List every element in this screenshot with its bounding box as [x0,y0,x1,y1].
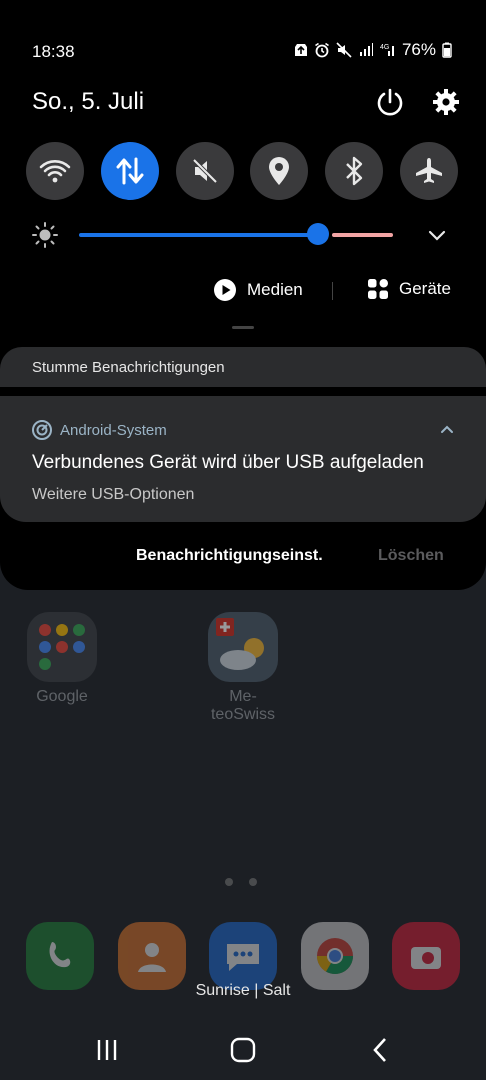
google-folder[interactable] [27,612,97,682]
notification-panel: 18:38 4G 76% So., 5. Juli Medien Geräte … [0,0,486,590]
brightness-track-fill [79,233,318,237]
brightness-slider[interactable] [79,223,393,245]
chevron-down-icon [428,230,446,241]
camera-app-icon[interactable] [392,922,460,990]
brightness-icon [32,222,58,248]
settings-button[interactable] [430,86,462,118]
brightness-track-rest [332,233,393,237]
bluetooth-toggle[interactable] [325,142,384,200]
notification-title: Verbundenes Gerät wird über USB aufgelad… [32,452,424,473]
panel-drag-handle[interactable] [232,326,254,329]
carrier-label: Sunrise | Salt [195,982,291,999]
power-icon [377,88,403,116]
notification-settings-button[interactable]: Benachrichtigungseinst. [136,547,323,565]
recents-icon [97,1040,117,1060]
wifi-toggle[interactable] [26,142,84,200]
notification-subtitle: Weitere USB-Optionen [32,486,195,503]
messages-app-icon[interactable] [209,922,277,990]
status-time: 18:38 [32,42,75,61]
quick-toggles [26,142,458,200]
home-button[interactable] [223,1035,263,1065]
play-icon [214,279,236,301]
back-button[interactable] [360,1035,400,1065]
location-icon [269,157,290,185]
notification-app: Android-System [32,420,167,440]
airplane-toggle[interactable] [399,142,458,200]
collapse-notification-button[interactable] [440,422,454,434]
clear-notifications-button[interactable]: Löschen [378,547,444,565]
silent-notifications-title: Stumme Benachrichtigungen [32,359,225,376]
date-label: So., 5. Juli [32,88,145,115]
dock [26,922,460,990]
contacts-app-icon[interactable] [117,922,186,990]
sound-toggle[interactable] [175,142,234,200]
chrome-app-icon[interactable] [300,922,369,990]
android-system-icon [32,420,52,440]
meteoswiss-app[interactable] [208,612,278,682]
data-transfer-icon [116,157,144,185]
mute-icon [336,42,352,58]
battery-percent: 76% [401,40,436,59]
bluetooth-icon [346,156,363,186]
power-button[interactable] [374,86,406,118]
back-icon [373,1038,386,1062]
media-button[interactable]: Medien [213,278,303,302]
devices-label: Geräte [399,279,451,298]
signal-icon [359,43,373,56]
wifi-icon [39,160,71,183]
navigation-bar [0,1020,486,1080]
devices-grid-icon [368,279,388,299]
location-toggle[interactable] [250,142,309,200]
google-folder-label: Google [36,688,88,705]
gear-icon [433,89,459,115]
home-icon [230,1037,256,1063]
mobile-data-toggle[interactable] [100,142,159,200]
devices-button[interactable]: Geräte [367,278,451,300]
alarm-icon [315,42,329,58]
meteoswiss-label: Me- teoSwiss [198,688,288,724]
meteoswiss-label-line2: teoSwiss [210,706,276,723]
signal-4g-icon: 4G [380,44,394,56]
chevron-up-icon [441,425,453,433]
notification-app-name: Android-System [60,421,167,439]
recents-button[interactable] [87,1035,127,1065]
status-icons: 4G 76% [294,40,452,60]
expand-quick-settings-button[interactable] [424,224,450,246]
airplane-icon [415,158,442,183]
media-devices-row: Medien Geräte [0,278,486,304]
phone-app-icon[interactable] [26,922,94,990]
upload-icon [294,44,307,56]
meteoswiss-label-line1: Me- [229,688,257,705]
brightness-thumb[interactable] [307,223,329,245]
media-divider [332,282,333,300]
sound-off-icon [192,158,218,184]
notification-card[interactable]: Android-System Verbundenes Gerät wird üb… [0,396,486,522]
svg-text:4G: 4G [380,44,389,51]
page-indicator [225,878,257,886]
media-label: Medien [247,280,303,299]
battery-icon [442,42,452,58]
silent-notifications-header: Stumme Benachrichtigungen [0,347,486,387]
